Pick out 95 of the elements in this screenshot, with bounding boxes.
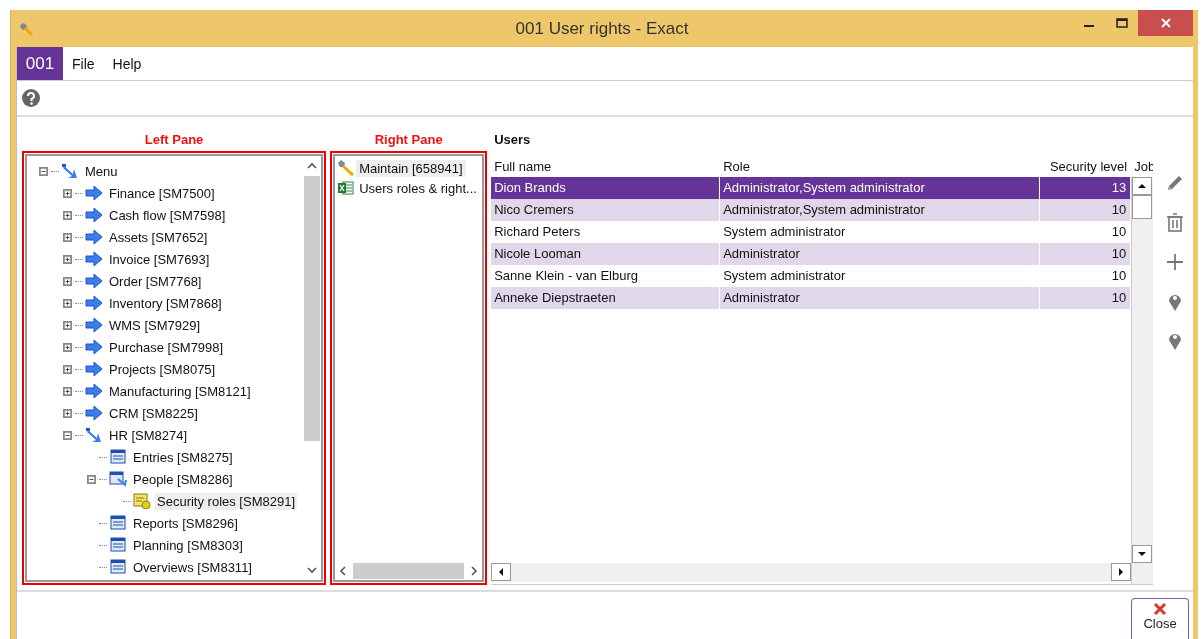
tree-item[interactable]: WMS [SM7929] <box>107 316 203 334</box>
tree-item[interactable]: Entries [SM8275] <box>131 448 235 466</box>
table-row[interactable]: Nico Cremers Administrator,System administrator 10 <box>491 199 1132 221</box>
arrow-icon <box>85 383 103 399</box>
tree-item[interactable]: Cash flow [SM7598] <box>107 206 228 224</box>
expand-icon[interactable] <box>63 342 72 352</box>
company-badge[interactable]: 001 <box>17 47 63 80</box>
pane-label: Left Pane <box>144 131 204 149</box>
menubar-entry[interactable]: File <box>63 47 104 80</box>
expand-icon[interactable] <box>63 320 72 330</box>
left-arrow-icon <box>498 568 505 576</box>
plus-icon[interactable] <box>1165 251 1186 273</box>
close-window-button[interactable] <box>1138 10 1193 36</box>
expand-icon[interactable] <box>63 408 72 418</box>
tree-item[interactable]: Order [SM7768] <box>107 272 204 290</box>
close-icon <box>1160 18 1171 28</box>
collapse-icon[interactable] <box>63 430 72 440</box>
expand-icon[interactable] <box>63 298 72 308</box>
column-header[interactable]: Role <box>720 158 1041 174</box>
table-cell: Anneke Diepstraeten <box>491 287 721 309</box>
collapse-icon[interactable] <box>87 474 96 484</box>
up-arrow-icon <box>1138 183 1147 189</box>
arrow-icon <box>85 405 103 421</box>
expand-icon[interactable] <box>63 276 72 286</box>
column-header[interactable]: Security level <box>1040 158 1132 174</box>
column-header[interactable]: Full name <box>491 158 721 174</box>
tree-item[interactable]: Manufacturing [SM8121] <box>107 382 253 400</box>
down-arrow-icon <box>1138 551 1147 557</box>
collapse-icon[interactable] <box>39 166 48 176</box>
trash-icon[interactable] <box>1165 212 1186 234</box>
security-list-icon <box>133 493 151 509</box>
wrench-icon <box>19 21 33 36</box>
tree-item[interactable]: Overviews [SM8311] <box>131 558 254 576</box>
expand-icon[interactable] <box>63 254 72 264</box>
tree-item[interactable]: Reports [SM8296] <box>131 514 240 532</box>
wrench-icon <box>337 160 356 176</box>
table-row[interactable]: Dion Brands Administrator,System administrator 13 <box>491 177 1132 199</box>
section-title: Users <box>493 131 532 149</box>
scrollbar[interactable] <box>1131 177 1154 584</box>
tree-item[interactable]: Invoice [SM7693] <box>107 250 212 268</box>
tree-item[interactable]: HR [SM8274] <box>107 426 190 444</box>
expand-icon[interactable] <box>63 188 72 198</box>
arrow-icon <box>85 207 103 223</box>
arrow-icon <box>85 295 103 311</box>
table-cell: Nico Cremers <box>491 199 721 221</box>
scroll-down-button[interactable] <box>1132 545 1153 563</box>
arrow-icon <box>85 339 103 355</box>
list-icon <box>109 559 127 575</box>
table-cell: Administrator <box>720 243 1041 265</box>
window-title: 001 User rights - Exact <box>515 18 689 38</box>
table-cell: Administrator <box>720 287 1041 309</box>
list-item[interactable]: Maintain [658941] <box>356 159 466 177</box>
scroll-left-button[interactable] <box>491 563 512 581</box>
tree-item[interactable]: Inventory [SM7868] <box>107 294 224 312</box>
close-button[interactable]: Close <box>1131 598 1189 639</box>
table-row[interactable]: Nicole Looman Administrator 10 <box>491 243 1132 265</box>
arrow-icon <box>85 185 103 201</box>
table-row[interactable]: Anneke Diepstraeten Administrator 10 <box>491 287 1132 309</box>
tree-item[interactable]: Planning [SM8303] <box>131 536 245 554</box>
spreadsheet-icon <box>337 180 356 196</box>
pane-label: Right Pane <box>374 131 443 149</box>
list-icon <box>109 515 127 531</box>
expand-icon[interactable] <box>63 232 72 242</box>
arrow-icon <box>85 361 103 377</box>
arrow-icon <box>85 229 103 245</box>
tree-item[interactable]: CRM [SM8225] <box>107 404 200 422</box>
right-arrow-icon <box>1118 568 1125 576</box>
scroll-thumb[interactable] <box>1132 195 1153 219</box>
arrow-icon <box>85 251 103 267</box>
help-icon[interactable] <box>22 89 40 107</box>
expand-icon[interactable] <box>63 364 72 374</box>
tree-item[interactable]: Finance [SM7500] <box>107 184 217 202</box>
close-icon <box>1153 602 1167 616</box>
tree-item[interactable]: Purchase [SM7998] <box>107 338 226 356</box>
scroll-right-button[interactable] <box>1111 563 1132 581</box>
tree-item[interactable]: Assets [SM7652] <box>107 228 210 246</box>
list-icon <box>109 449 127 465</box>
tree-item[interactable]: Security roles [SM8291] <box>155 492 297 510</box>
scroll-thumb[interactable] <box>304 176 321 441</box>
list-icon <box>109 537 127 553</box>
table-cell: Nicole Looman <box>491 243 721 265</box>
expand-icon[interactable] <box>63 386 72 396</box>
tree-item[interactable]: Menu <box>83 162 120 180</box>
arrow-icon <box>85 317 103 333</box>
expand-icon[interactable] <box>63 210 72 220</box>
maximize-icon <box>1115 18 1128 28</box>
table-cell: Administrator,System administrator <box>720 199 1041 221</box>
scroll-up-button[interactable] <box>1132 177 1153 195</box>
tree-item[interactable]: People [SM8286] <box>131 470 235 488</box>
tree-item[interactable]: Projects [SM8075] <box>107 360 218 378</box>
list-item[interactable]: Users roles & right... <box>356 179 480 197</box>
scroll-thumb[interactable] <box>353 563 465 579</box>
scrollbar[interactable] <box>491 563 1132 582</box>
arrow-icon <box>85 273 103 289</box>
menubar-entry[interactable]: Help <box>103 47 151 80</box>
